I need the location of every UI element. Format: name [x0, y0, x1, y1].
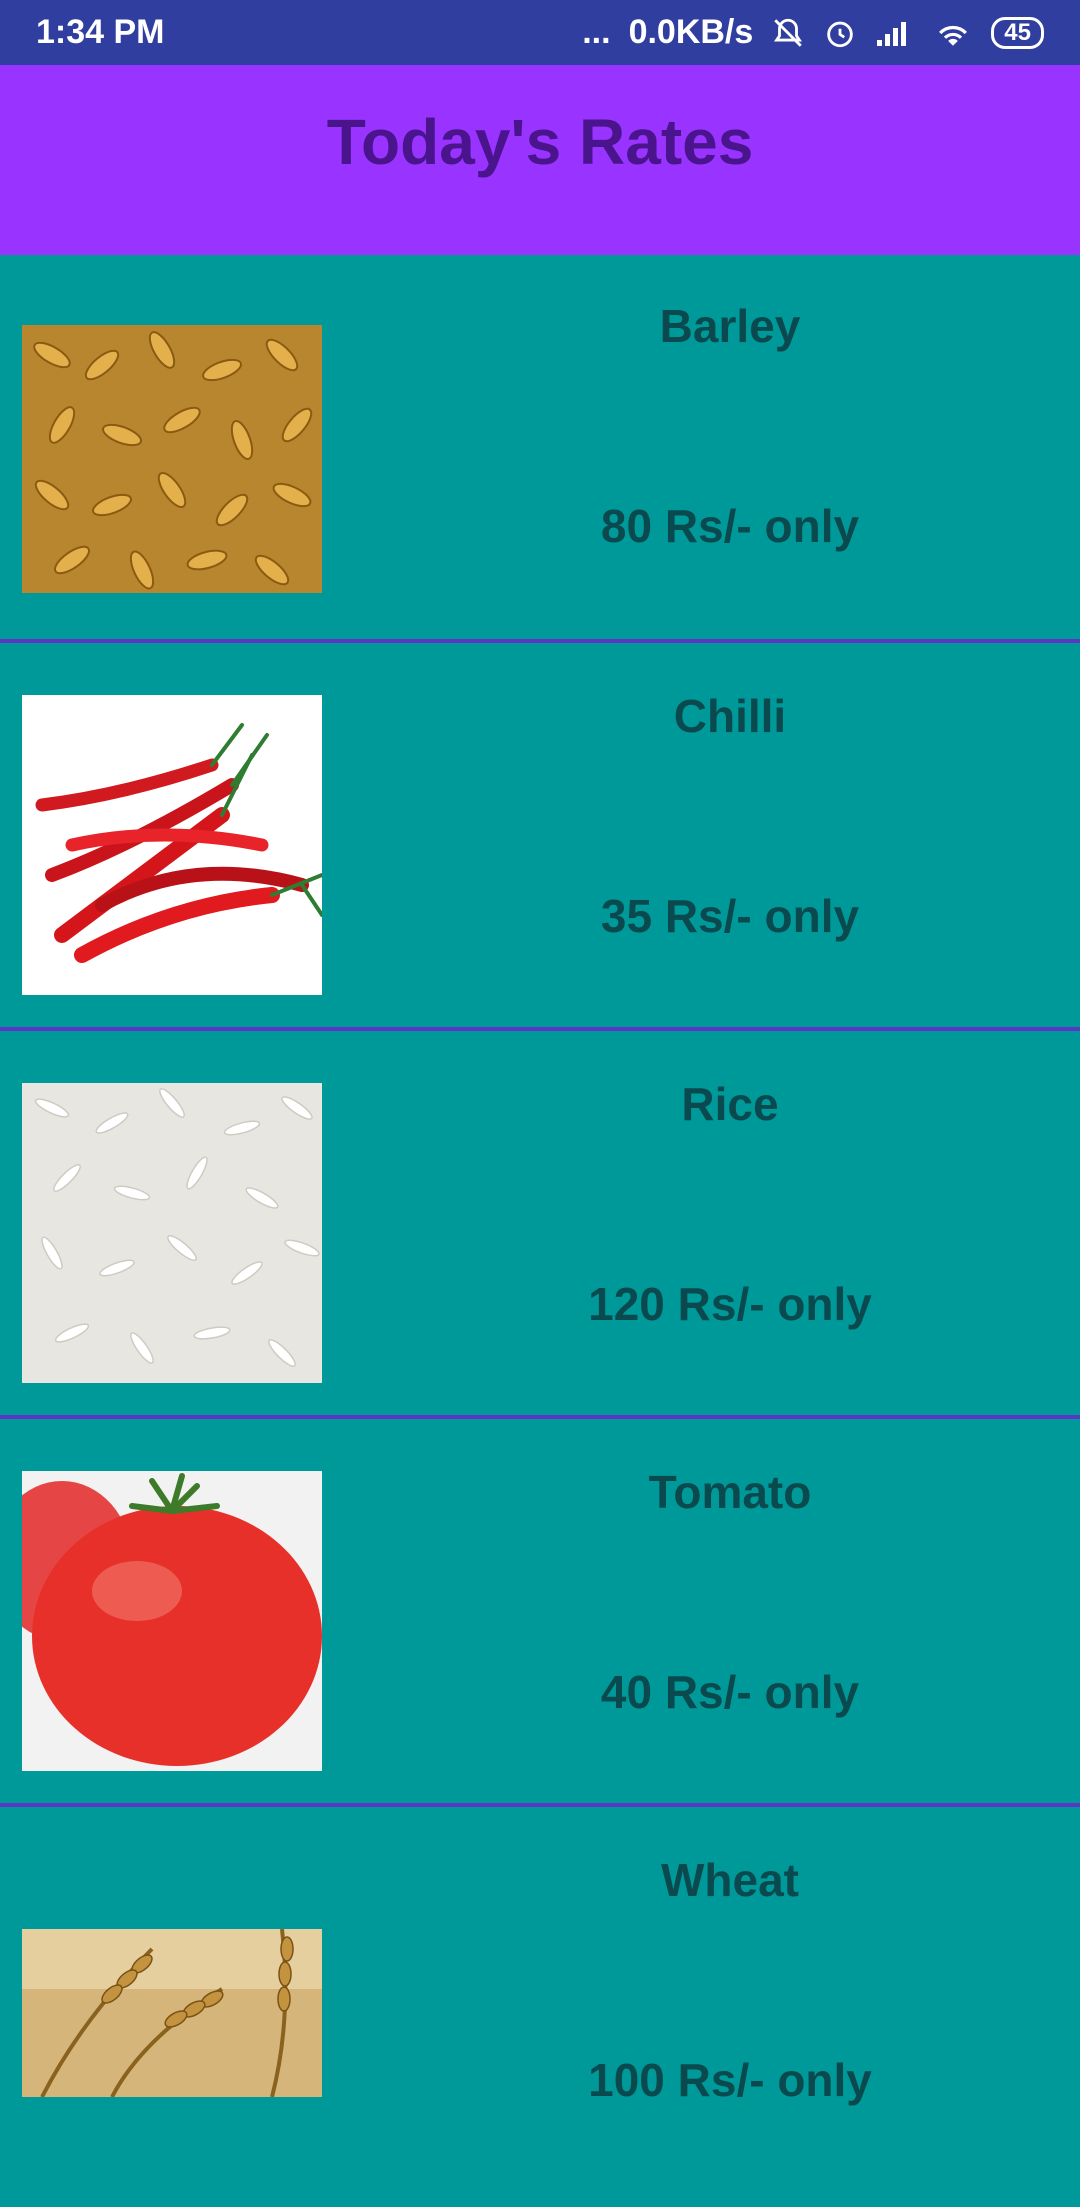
wheat-image: [22, 1929, 322, 2097]
item-name: Chilli: [673, 690, 787, 742]
wifi-icon: [933, 17, 973, 49]
item-price: 80 Rs/- only: [600, 500, 860, 552]
item-price: 40 Rs/- only: [600, 1666, 860, 1718]
alarm-icon: [823, 16, 857, 50]
item-price: 35 Rs/- only: [600, 890, 860, 942]
list-item[interactable]: Wheat 100 Rs/- only: [0, 1807, 1080, 2207]
status-bar: 1:34 PM ... 0.0KB/s 45: [0, 0, 1080, 65]
status-icons: ... 0.0KB/s 45: [582, 13, 1044, 52]
app-bar: Today's Rates: [0, 65, 1080, 255]
status-time: 1:34 PM: [36, 13, 165, 51]
item-price: 120 Rs/- only: [588, 1278, 872, 1330]
list-item[interactable]: Barley 80 Rs/- only: [0, 255, 1080, 643]
more-dots: ...: [582, 13, 611, 51]
item-name: Wheat: [661, 1854, 799, 1906]
list-item[interactable]: Rice 120 Rs/- only: [0, 1031, 1080, 1419]
chilli-image: [22, 695, 322, 995]
signal-icon: [875, 18, 915, 48]
network-speed: 0.0KB/s: [628, 13, 754, 51]
list-item[interactable]: Tomato 40 Rs/- only: [0, 1419, 1080, 1807]
item-name: Rice: [681, 1078, 779, 1130]
item-price: 100 Rs/- only: [588, 2054, 872, 2106]
page-title: Today's Rates: [326, 106, 754, 178]
rates-list: Barley 80 Rs/- only Chilli 35 Rs/- only …: [0, 255, 1080, 2207]
item-name: Barley: [659, 300, 801, 352]
battery-icon: 45: [991, 16, 1044, 49]
item-name: Tomato: [648, 1466, 812, 1518]
tomato-image: [22, 1471, 322, 1771]
mute-icon: [771, 16, 805, 50]
list-item[interactable]: Chilli 35 Rs/- only: [0, 643, 1080, 1031]
rice-image: [22, 1083, 322, 1383]
barley-image: [22, 325, 322, 593]
